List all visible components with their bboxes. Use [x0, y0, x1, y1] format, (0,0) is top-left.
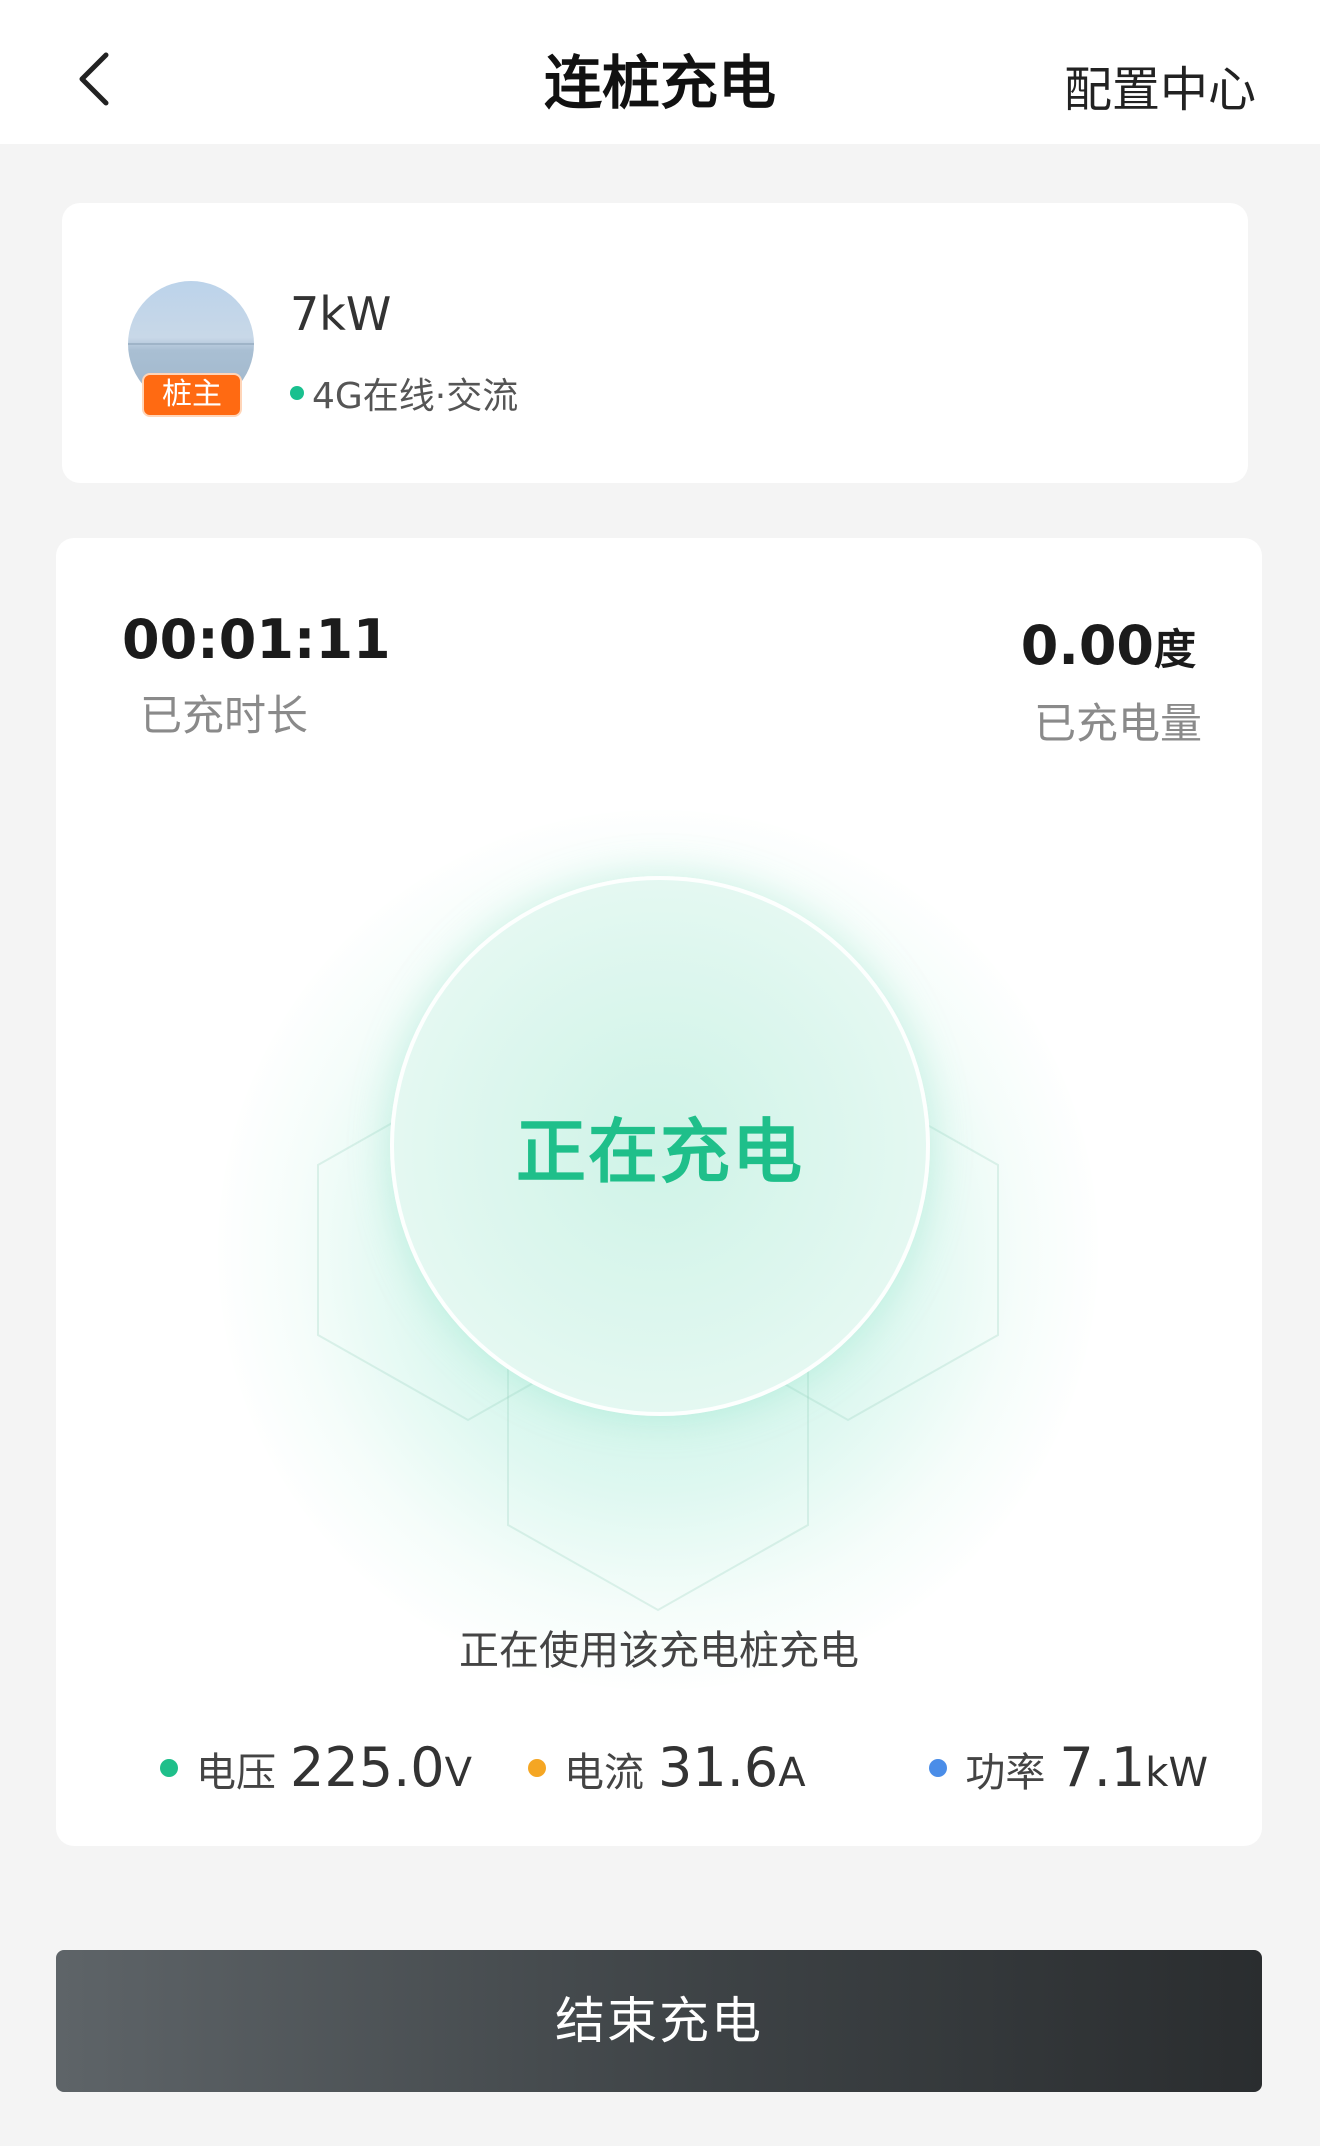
voltage-unit: V	[444, 1750, 472, 1796]
voltage-value: 225.0	[290, 1736, 445, 1799]
page-title: 连桩充电	[543, 49, 776, 117]
charging-panel: 00:01:11 已充时长 0.00度 已充电量 正在充电 正在使用该充电桩充电…	[56, 538, 1262, 1846]
stop-charging-button[interactable]: 结束充电	[56, 1950, 1262, 2092]
current-dot-icon	[528, 1758, 546, 1777]
charging-state-text: 正在充电	[516, 1110, 804, 1193]
current-label: 电流	[564, 1750, 644, 1796]
power-label: 功率	[965, 1750, 1046, 1796]
config-center-link[interactable]: 配置中心	[1064, 50, 1256, 120]
online-dot-icon	[290, 386, 304, 400]
current-value: 31.6	[658, 1736, 779, 1799]
top-bar: 连桩充电 配置中心	[0, 0, 1320, 144]
current-unit: A	[778, 1750, 806, 1796]
metrics-row: 电压 225.0 V 电流 31.6 A 功率 7.1 kW	[56, 1736, 1262, 1806]
back-button[interactable]	[62, 44, 126, 114]
energy-number: 0.00	[1020, 614, 1154, 677]
station-card[interactable]: 桩主 7kW 4G在线·交流	[62, 203, 1248, 483]
energy-unit: 度	[1153, 625, 1196, 674]
duration-value: 00:01:11	[122, 608, 391, 671]
voltage-metric: 电压 225.0 V	[160, 1736, 472, 1799]
usage-note: 正在使用该充电桩充电	[459, 1628, 859, 1674]
voltage-label: 电压	[196, 1750, 276, 1796]
station-status-text: 4G在线·交流	[312, 376, 519, 417]
charging-status-circle: 正在充电	[390, 876, 930, 1416]
power-value: 7.1	[1059, 1736, 1146, 1799]
owner-badge: 桩主	[142, 373, 242, 417]
current-metric: 电流 31.6 A	[528, 1736, 806, 1799]
avatar-horizon	[128, 343, 254, 345]
power-dot-icon	[929, 1758, 948, 1777]
power-metric: 功率 7.1 kW	[929, 1736, 1208, 1799]
duration-label: 已充时长	[140, 691, 309, 740]
station-status: 4G在线·交流	[290, 367, 518, 419]
charging-page: 连桩充电 配置中心 桩主 7kW 4G在线·交流 00:01:11 已充时长 0…	[0, 0, 1320, 2146]
chevron-left-icon	[79, 52, 109, 106]
voltage-dot-icon	[160, 1758, 178, 1777]
energy-label: 已充电量	[1033, 699, 1202, 748]
power-unit: kW	[1145, 1750, 1208, 1796]
station-name: 7kW	[290, 287, 392, 341]
energy-value: 0.00度	[1021, 614, 1196, 677]
